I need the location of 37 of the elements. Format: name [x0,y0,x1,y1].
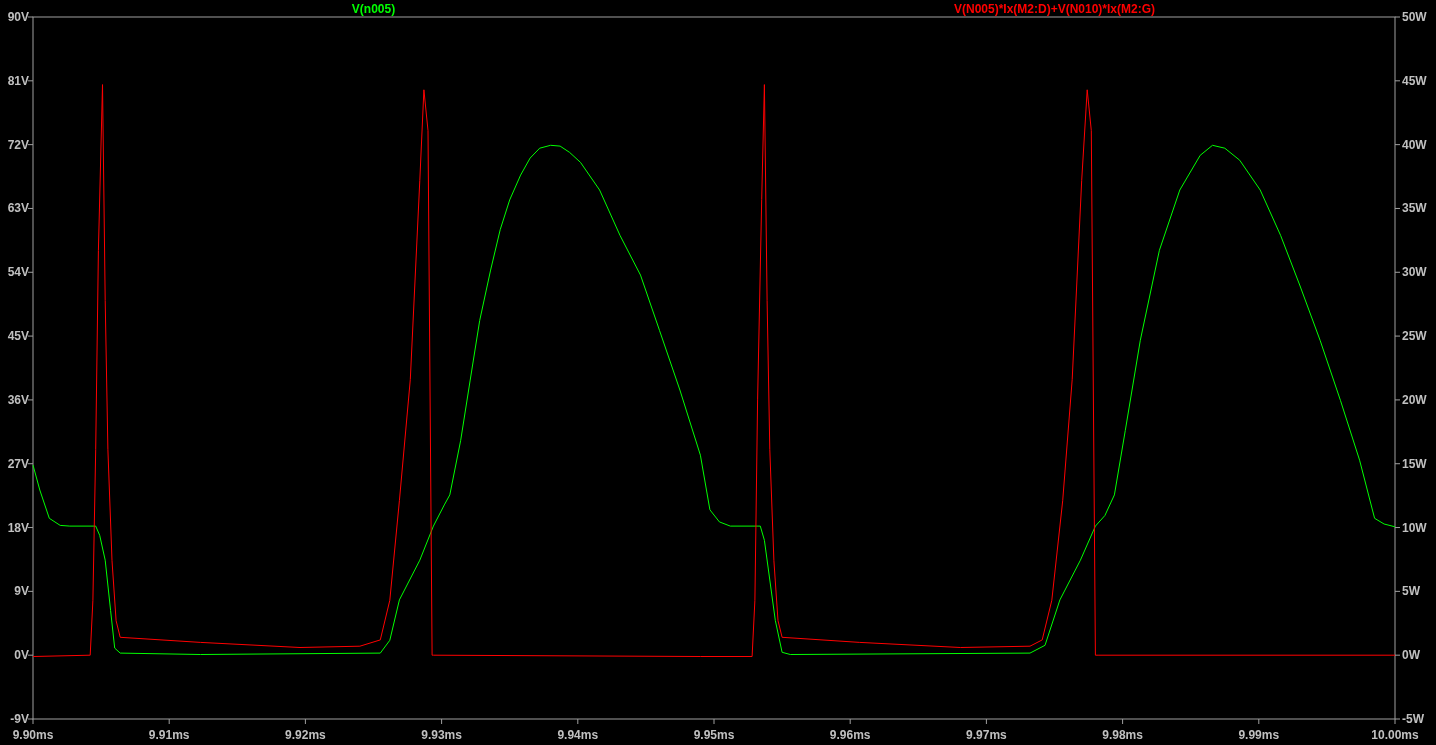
y-tick-label: 27V [7,456,29,471]
x-tick-label: 9.96ms [829,728,871,742]
trace-name-label[interactable]: V(N005)*Ix(M2:D)+V(N010)*Ix(M2:G) [954,2,1155,16]
y2-tick-label: 45W [1402,73,1427,88]
y2-tick-label: 50W [1402,10,1427,24]
y-tick-label: 45V [7,329,29,344]
y-tick-label: 63V [7,201,29,216]
y2-tick-label: 35W [1402,201,1427,216]
x-tick-label: 9.93ms [421,728,462,742]
x-tick-label: 10.00ms [1371,728,1419,742]
trace-name-label[interactable]: V(n005) [351,2,396,16]
y-tick-label: 9V [14,584,29,599]
y-tick-label: 36V [7,392,29,407]
y2-tick-label: 15W [1402,456,1427,471]
x-tick-label: 9.95ms [693,728,735,742]
x-tick-label: 9.92ms [285,728,326,742]
x-tick-label: 9.99ms [1238,728,1280,742]
y2-tick-label: 10W [1402,520,1427,535]
y-tick-label: 54V [7,265,29,280]
y2-tick-label: 40W [1402,137,1427,152]
y2-tick-label: 5W [1402,584,1420,599]
y-tick-label: 0V [14,648,29,663]
y-tick-label: 72V [7,137,29,152]
x-tick-label: 9.91ms [148,728,190,742]
x-tick-label: 9.90ms [12,728,54,742]
y-tick-label: 18V [7,520,29,535]
y2-tick-label: -5W [1402,712,1424,726]
y2-tick-label: 0W [1402,648,1420,663]
y2-tick-label: 30W [1402,265,1427,280]
y2-tick-label: 25W [1402,329,1427,344]
y-tick-label: 90V [7,10,29,24]
y-tick-label: 81V [7,73,29,88]
y2-tick-label: 20W [1402,392,1427,407]
x-tick-label: 9.94ms [557,728,599,742]
x-tick-label: 9.98ms [1102,728,1143,742]
x-tick-label: 9.97ms [966,728,1007,742]
y-tick-label: -9V [10,712,29,726]
